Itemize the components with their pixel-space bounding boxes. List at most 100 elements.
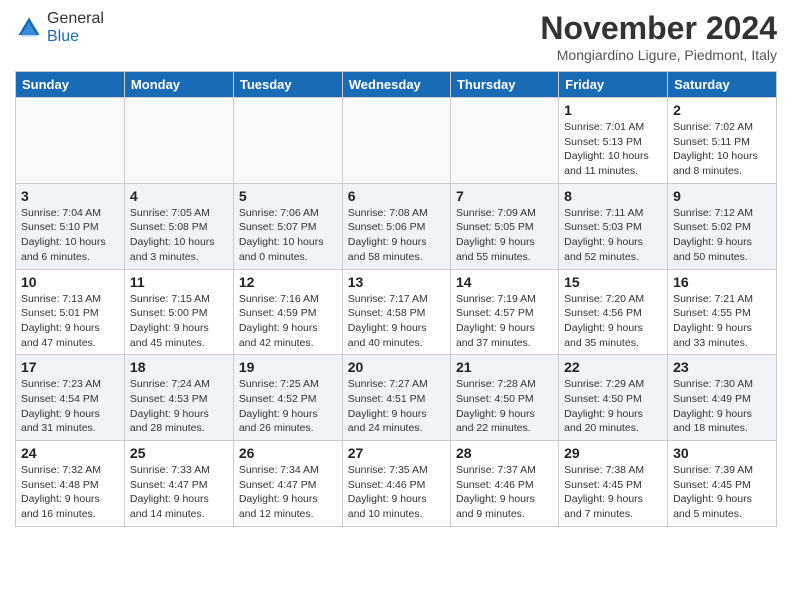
day-info: Sunrise: 7:09 AMSunset: 5:05 PMDaylight:… bbox=[456, 206, 553, 265]
logo-blue-text: Blue bbox=[47, 28, 79, 45]
table-row: 8 Sunrise: 7:11 AMSunset: 5:03 PMDaylight… bbox=[559, 183, 668, 269]
table-row: 21 Sunrise: 7:28 AMSunset: 4:50 PMDayligh… bbox=[450, 355, 558, 441]
table-row: 3 Sunrise: 7:04 AMSunset: 5:10 PMDaylight… bbox=[16, 183, 125, 269]
table-row: 24 Sunrise: 7:32 AMSunset: 4:48 PMDayligh… bbox=[16, 441, 125, 527]
table-row: 19Sunrise: 7:25 AMSunset: 4:52 PMDayligh… bbox=[233, 355, 342, 441]
day-info: Sunrise: 7:34 AMSunset: 4:47 PMDaylight:… bbox=[239, 463, 337, 522]
day-number: 9 bbox=[673, 188, 771, 204]
day-info: Sunrise: 7:24 AMSunset: 4:53 PMDaylight:… bbox=[130, 377, 228, 436]
day-number: 29 bbox=[564, 445, 662, 461]
day-info: Sunrise: 7:35 AMSunset: 4:46 PMDaylight:… bbox=[348, 463, 445, 522]
day-info: Sunrise: 7:19 AMSunset: 4:57 PMDaylight:… bbox=[456, 292, 553, 351]
title-block: November 2024 Mongiardino Ligure, Piedmo… bbox=[540, 10, 777, 63]
calendar-week-row: 3 Sunrise: 7:04 AMSunset: 5:10 PMDaylight… bbox=[16, 183, 777, 269]
table-row: 7 Sunrise: 7:09 AMSunset: 5:05 PMDaylight… bbox=[450, 183, 558, 269]
logo-general-text: General bbox=[47, 10, 104, 27]
day-info: Sunrise: 7:06 AMSunset: 5:07 PMDaylight:… bbox=[239, 206, 337, 265]
table-row: 13 Sunrise: 7:17 AMSunset: 4:58 PMDayligh… bbox=[342, 269, 450, 355]
page: General Blue November 2024 Mongiardino L… bbox=[0, 0, 792, 537]
calendar-table: Sunday Monday Tuesday Wednesday Thursday… bbox=[15, 71, 777, 527]
day-number: 6 bbox=[348, 188, 445, 204]
day-info: Sunrise: 7:28 AMSunset: 4:50 PMDaylight:… bbox=[456, 377, 553, 436]
table-row: 9 Sunrise: 7:12 AMSunset: 5:02 PMDaylight… bbox=[668, 183, 777, 269]
day-number: 7 bbox=[456, 188, 553, 204]
table-row: 5 Sunrise: 7:06 AMSunset: 5:07 PMDaylight… bbox=[233, 183, 342, 269]
day-number: 26 bbox=[239, 445, 337, 461]
table-row: 30 Sunrise: 7:39 AMSunset: 4:45 PMDayligh… bbox=[668, 441, 777, 527]
day-number: 30 bbox=[673, 445, 771, 461]
day-info: Sunrise: 7:30 AMSunset: 4:49 PMDaylight:… bbox=[673, 377, 771, 436]
day-number: 25 bbox=[130, 445, 228, 461]
day-number: 21 bbox=[456, 359, 553, 375]
day-info: Sunrise: 7:37 AMSunset: 4:46 PMDaylight:… bbox=[456, 463, 553, 522]
day-number: 24 bbox=[21, 445, 119, 461]
table-row: 10Sunrise: 7:13 AMSunset: 5:01 PMDayligh… bbox=[16, 269, 125, 355]
table-row: 29 Sunrise: 7:38 AMSunset: 4:45 PMDayligh… bbox=[559, 441, 668, 527]
table-row: 28 Sunrise: 7:37 AMSunset: 4:46 PMDayligh… bbox=[450, 441, 558, 527]
col-saturday: Saturday bbox=[668, 72, 777, 98]
day-number: 13 bbox=[348, 274, 445, 290]
calendar-week-row: 10Sunrise: 7:13 AMSunset: 5:01 PMDayligh… bbox=[16, 269, 777, 355]
day-number: 15 bbox=[564, 274, 662, 290]
day-info: Sunrise: 7:01 AMSunset: 5:13 PMDaylight:… bbox=[564, 120, 662, 179]
day-info: Sunrise: 7:38 AMSunset: 4:45 PMDaylight:… bbox=[564, 463, 662, 522]
col-wednesday: Wednesday bbox=[342, 72, 450, 98]
day-info: Sunrise: 7:27 AMSunset: 4:51 PMDaylight:… bbox=[348, 377, 445, 436]
col-friday: Friday bbox=[559, 72, 668, 98]
day-info: Sunrise: 7:02 AMSunset: 5:11 PMDaylight:… bbox=[673, 120, 771, 179]
table-row: 12Sunrise: 7:16 AMSunset: 4:59 PMDayligh… bbox=[233, 269, 342, 355]
table-row: 26 Sunrise: 7:34 AMSunset: 4:47 PMDayligh… bbox=[233, 441, 342, 527]
table-row: 18 Sunrise: 7:24 AMSunset: 4:53 PMDayligh… bbox=[124, 355, 233, 441]
table-row bbox=[342, 98, 450, 184]
day-number: 4 bbox=[130, 188, 228, 204]
header: General Blue November 2024 Mongiardino L… bbox=[15, 10, 777, 63]
table-row: 16Sunrise: 7:21 AMSunset: 4:55 PMDayligh… bbox=[668, 269, 777, 355]
day-number: 5 bbox=[239, 188, 337, 204]
day-info: Sunrise: 7:08 AMSunset: 5:06 PMDaylight:… bbox=[348, 206, 445, 265]
day-number: 28 bbox=[456, 445, 553, 461]
table-row: 11 Sunrise: 7:15 AMSunset: 5:00 PMDayligh… bbox=[124, 269, 233, 355]
day-number: 2 bbox=[673, 102, 771, 118]
day-number: 8 bbox=[564, 188, 662, 204]
day-info: Sunrise: 7:20 AMSunset: 4:56 PMDaylight:… bbox=[564, 292, 662, 351]
day-number: 22 bbox=[564, 359, 662, 375]
day-info: Sunrise: 7:29 AMSunset: 4:50 PMDaylight:… bbox=[564, 377, 662, 436]
table-row: 4Sunrise: 7:05 AMSunset: 5:08 PMDaylight… bbox=[124, 183, 233, 269]
day-info: Sunrise: 7:13 AMSunset: 5:01 PMDaylight:… bbox=[21, 292, 119, 351]
col-sunday: Sunday bbox=[16, 72, 125, 98]
table-row: 22 Sunrise: 7:29 AMSunset: 4:50 PMDayligh… bbox=[559, 355, 668, 441]
day-number: 1 bbox=[564, 102, 662, 118]
day-info: Sunrise: 7:32 AMSunset: 4:48 PMDaylight:… bbox=[21, 463, 119, 522]
calendar-week-row: 17 Sunrise: 7:23 AMSunset: 4:54 PMDayligh… bbox=[16, 355, 777, 441]
day-info: Sunrise: 7:39 AMSunset: 4:45 PMDaylight:… bbox=[673, 463, 771, 522]
table-row: 25Sunrise: 7:33 AMSunset: 4:47 PMDayligh… bbox=[124, 441, 233, 527]
table-row: 14 Sunrise: 7:19 AMSunset: 4:57 PMDayligh… bbox=[450, 269, 558, 355]
table-row: 1 Sunrise: 7:01 AMSunset: 5:13 PMDaylight… bbox=[559, 98, 668, 184]
table-row: 15 Sunrise: 7:20 AMSunset: 4:56 PMDayligh… bbox=[559, 269, 668, 355]
day-number: 18 bbox=[130, 359, 228, 375]
day-info: Sunrise: 7:25 AMSunset: 4:52 PMDaylight:… bbox=[239, 377, 337, 436]
day-number: 3 bbox=[21, 188, 119, 204]
day-info: Sunrise: 7:21 AMSunset: 4:55 PMDaylight:… bbox=[673, 292, 771, 351]
day-info: Sunrise: 7:23 AMSunset: 4:54 PMDaylight:… bbox=[21, 377, 119, 436]
calendar-week-row: 1 Sunrise: 7:01 AMSunset: 5:13 PMDaylight… bbox=[16, 98, 777, 184]
day-info: Sunrise: 7:15 AMSunset: 5:00 PMDaylight:… bbox=[130, 292, 228, 351]
day-number: 20 bbox=[348, 359, 445, 375]
day-number: 17 bbox=[21, 359, 119, 375]
table-row: 23 Sunrise: 7:30 AMSunset: 4:49 PMDayligh… bbox=[668, 355, 777, 441]
day-number: 14 bbox=[456, 274, 553, 290]
day-info: Sunrise: 7:17 AMSunset: 4:58 PMDaylight:… bbox=[348, 292, 445, 351]
day-number: 11 bbox=[130, 274, 228, 290]
day-number: 27 bbox=[348, 445, 445, 461]
month-title: November 2024 bbox=[540, 10, 777, 47]
location: Mongiardino Ligure, Piedmont, Italy bbox=[540, 47, 777, 63]
day-number: 12 bbox=[239, 274, 337, 290]
day-info: Sunrise: 7:12 AMSunset: 5:02 PMDaylight:… bbox=[673, 206, 771, 265]
day-info: Sunrise: 7:11 AMSunset: 5:03 PMDaylight:… bbox=[564, 206, 662, 265]
day-info: Sunrise: 7:04 AMSunset: 5:10 PMDaylight:… bbox=[21, 206, 119, 265]
calendar-week-row: 24 Sunrise: 7:32 AMSunset: 4:48 PMDayligh… bbox=[16, 441, 777, 527]
logo: General Blue bbox=[15, 10, 104, 46]
table-row bbox=[233, 98, 342, 184]
day-number: 23 bbox=[673, 359, 771, 375]
col-monday: Monday bbox=[124, 72, 233, 98]
